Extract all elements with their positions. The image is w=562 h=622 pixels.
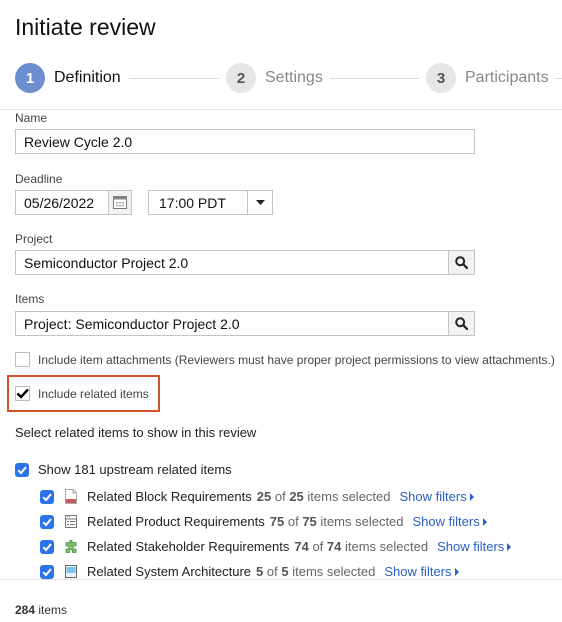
caret-right-icon (454, 567, 459, 576)
step-number: 3 (426, 63, 456, 93)
related-row: Related System Architecture 5 of 5 items… (40, 564, 459, 579)
include-attachments-row: Include item attachments (Reviewers must… (15, 352, 555, 367)
related-row-count: 74 of 74 items selected (294, 539, 429, 554)
deadline-time-select[interactable]: 17:00 PDT (148, 190, 248, 215)
checkmark-icon (16, 388, 29, 399)
related-row-label: Related System Architecture (87, 564, 252, 579)
step-settings[interactable]: 2 Settings (226, 63, 323, 93)
step-number: 1 (15, 63, 45, 93)
related-row-label: Related Product Requirements (87, 514, 265, 529)
project-label: Project (15, 232, 53, 246)
related-heading: Select related items to show in this rev… (15, 425, 257, 440)
upstream-row: Show 181 upstream related items (15, 462, 232, 477)
step-label: Definition (54, 69, 121, 86)
related-row: Related Product Requirements 75 of 75 it… (40, 514, 487, 529)
divider (0, 109, 562, 110)
step-definition[interactable]: 1 Definition (15, 63, 121, 93)
upstream-label: Show 181 upstream related items (38, 462, 232, 477)
checkmark-icon (17, 465, 27, 474)
items-label: Items (15, 292, 45, 306)
deadline-date-input[interactable]: 05/26/2022 (15, 190, 109, 215)
include-related-label: Include related items (38, 386, 149, 401)
related-row: Related Block Requirements 25 of 25 item… (40, 489, 474, 504)
items-input[interactable]: Project: Semiconductor Project 2.0 (15, 311, 449, 336)
related-row: Related Stakeholder Requirements 74 of 7… (40, 539, 512, 554)
include-attachments-checkbox[interactable] (15, 352, 30, 367)
step-connector (129, 78, 219, 79)
checkmark-icon (42, 542, 52, 551)
related-row-count: 75 of 75 items selected (269, 514, 404, 529)
checkmark-icon (42, 492, 52, 501)
page-title: Initiate review (15, 14, 156, 40)
related-row-label: Related Block Requirements (87, 489, 252, 504)
upstream-checkbox[interactable] (15, 462, 29, 477)
step-label: Participants (465, 69, 549, 86)
divider (0, 579, 562, 580)
caret-right-icon (469, 492, 474, 501)
include-related-checkbox[interactable] (15, 386, 30, 401)
name-label: Name (15, 111, 48, 125)
step-label: Settings (265, 69, 323, 86)
related-row-count: 5 of 5 items selected (256, 564, 376, 579)
project-search-button[interactable] (448, 250, 475, 275)
puzzle-icon (65, 540, 77, 553)
related-row-checkbox[interactable] (40, 514, 54, 529)
search-icon (455, 256, 468, 269)
related-row-checkbox[interactable] (40, 489, 54, 504)
step-connector (330, 78, 420, 79)
architecture-icon (65, 565, 77, 578)
checkmark-icon (42, 517, 52, 526)
step-connector (555, 78, 562, 79)
related-row-checkbox[interactable] (40, 564, 54, 579)
document-icon (65, 489, 77, 504)
show-filters-link[interactable]: Show filters (384, 564, 459, 579)
calendar-icon (113, 196, 127, 209)
related-row-label: Related Stakeholder Requirements (87, 539, 290, 554)
checkmark-icon (42, 567, 52, 576)
show-filters-link[interactable]: Show filters (437, 539, 512, 554)
stepper: 1 Definition 2 Settings 3 Participants (15, 63, 562, 95)
items-search-button[interactable] (448, 311, 475, 336)
include-attachments-label: Include item attachments (Reviewers must… (38, 352, 555, 367)
step-number: 2 (226, 63, 256, 93)
caret-right-icon (482, 517, 487, 526)
project-input[interactable]: Semiconductor Project 2.0 (15, 250, 449, 275)
caret-down-icon (255, 200, 265, 205)
search-icon (455, 317, 468, 330)
caret-right-icon (507, 542, 512, 551)
show-filters-link[interactable]: Show filters (400, 489, 474, 504)
name-input[interactable]: Review Cycle 2.0 (15, 129, 475, 154)
related-row-checkbox[interactable] (40, 539, 54, 554)
related-row-count: 25 of 25 items selected (256, 489, 391, 504)
calendar-button[interactable] (108, 190, 132, 215)
item-count: 284 items (15, 603, 68, 617)
deadline-label: Deadline (15, 172, 63, 186)
step-participants[interactable]: 3 Participants (426, 63, 549, 93)
show-filters-link[interactable]: Show filters (413, 514, 487, 529)
list-window-icon (65, 515, 77, 528)
include-related-row: Include related items (15, 386, 149, 401)
time-dropdown-button[interactable] (247, 190, 273, 215)
